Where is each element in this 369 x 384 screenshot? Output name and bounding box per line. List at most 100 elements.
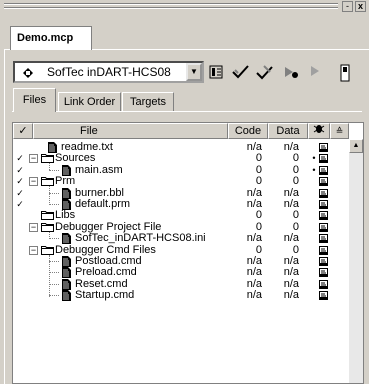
target-select[interactable]: SofTec inDART-HCS08 ▼ xyxy=(13,61,204,83)
debug-info-icon[interactable] xyxy=(319,268,328,277)
data-size: n/a xyxy=(283,266,299,278)
column-header-file[interactable]: File xyxy=(33,123,228,139)
folder-icon xyxy=(41,245,54,255)
tree-connector xyxy=(49,170,59,171)
column-header-code[interactable]: Code xyxy=(228,123,268,139)
file-icon xyxy=(61,165,72,176)
vertical-scrollbar[interactable]: ▲ xyxy=(349,139,363,383)
list-item[interactable]: Libs 0 0 xyxy=(13,210,349,221)
minimize-button[interactable]: - xyxy=(342,1,353,12)
column-header-data[interactable]: Data xyxy=(268,123,308,139)
tree-connector xyxy=(49,272,59,273)
file-name: Libs xyxy=(55,209,76,221)
list-item[interactable]: Startup.cmd n/a n/a xyxy=(13,290,349,301)
tab-link-order[interactable]: Link Order xyxy=(58,92,121,112)
make-icon[interactable] xyxy=(281,62,301,82)
file-icon xyxy=(61,267,72,278)
code-size: n/a xyxy=(246,289,262,301)
settings-icon[interactable] xyxy=(206,62,226,82)
debug-info-icon[interactable] xyxy=(319,211,328,220)
folder-icon xyxy=(41,176,54,186)
list-item[interactable]: ✓ − Sources 0 0 • xyxy=(13,153,349,164)
tree-connector xyxy=(49,204,59,205)
file-icon xyxy=(61,290,72,301)
touched-marker[interactable]: • xyxy=(311,165,317,176)
tree-connector xyxy=(49,261,59,262)
debug-info-icon[interactable] xyxy=(319,246,328,255)
list-item[interactable]: ✓ − Prm 0 0 xyxy=(13,176,349,187)
debug-icon[interactable] xyxy=(335,62,355,82)
file-name: SofTec_inDART-HCS08.ini xyxy=(75,232,206,244)
window-title-bar[interactable]: - x xyxy=(0,0,369,14)
collapse-icon[interactable]: − xyxy=(29,246,38,255)
checkmark-icon: ✓ xyxy=(18,125,28,137)
file-name: Preload.cmd xyxy=(75,266,137,278)
debug-info-icon[interactable] xyxy=(319,143,328,152)
data-size: 0 xyxy=(292,152,299,164)
tab-demo-mcp-label: Demo.mcp xyxy=(17,32,74,44)
bug-icon xyxy=(313,125,325,133)
tab-files[interactable]: Files xyxy=(13,88,56,112)
code-size: 0 xyxy=(255,175,262,187)
tree-connector xyxy=(49,163,50,170)
file-icon xyxy=(61,256,72,267)
compile-icon[interactable] xyxy=(255,62,275,82)
checkmark-icon[interactable]: ✓ xyxy=(15,199,25,210)
folder-icon xyxy=(41,222,54,232)
debug-info-icon[interactable] xyxy=(319,280,328,289)
debug-info-icon[interactable] xyxy=(319,200,328,209)
checkmark-icon[interactable]: ✓ xyxy=(15,165,25,176)
touched-marker[interactable]: • xyxy=(311,153,317,164)
list-item[interactable]: Preload.cmd n/a n/a xyxy=(13,267,349,278)
tree-connector xyxy=(49,238,59,239)
collapse-icon[interactable]: − xyxy=(29,223,38,232)
file-name: main.asm xyxy=(75,164,123,176)
code-size: n/a xyxy=(246,232,262,244)
scroll-up-button[interactable]: ▲ xyxy=(349,139,363,153)
checkmark-icon[interactable]: ✓ xyxy=(15,188,25,199)
debug-info-icon[interactable] xyxy=(319,166,328,175)
debug-info-icon[interactable] xyxy=(319,234,328,243)
column-header-check[interactable]: ✓ xyxy=(13,123,33,139)
collapse-icon[interactable]: − xyxy=(29,154,38,163)
tab-link-order-label: Link Order xyxy=(63,96,116,108)
check-syntax-icon[interactable] xyxy=(231,62,251,82)
folder-icon xyxy=(41,210,54,220)
run-icon[interactable] xyxy=(305,62,325,82)
checkmark-icon[interactable]: ✓ xyxy=(15,176,25,187)
debug-info-icon[interactable] xyxy=(319,257,328,266)
debug-info-icon[interactable] xyxy=(319,154,328,163)
data-size: n/a xyxy=(283,232,299,244)
debug-info-icon[interactable] xyxy=(319,223,328,232)
tab-targets[interactable]: Targets xyxy=(122,92,174,112)
data-size: n/a xyxy=(283,289,299,301)
tab-divider xyxy=(12,111,362,112)
file-name: Prm xyxy=(55,175,76,187)
tab-targets-label: Targets xyxy=(129,96,167,108)
code-size: 0 xyxy=(255,152,262,164)
debug-info-icon[interactable] xyxy=(319,291,328,300)
list-header: ✓ File Code Data ≙ xyxy=(13,123,363,139)
file-list[interactable]: ✓ File Code Data ≙ readme.txt n/a n/a ✓ − Sou… xyxy=(12,122,364,384)
collapse-icon[interactable]: − xyxy=(29,177,38,186)
debug-info-icon[interactable] xyxy=(319,177,328,186)
code-size: n/a xyxy=(246,266,262,278)
data-size: 0 xyxy=(292,175,299,187)
file-icon xyxy=(47,142,58,153)
file-name: Sources xyxy=(55,152,96,164)
column-header-target[interactable]: ≙ xyxy=(330,123,349,139)
data-size: 0 xyxy=(292,209,299,221)
file-icon xyxy=(61,279,72,290)
debug-info-icon[interactable] xyxy=(319,189,328,198)
checkmark-icon[interactable]: ✓ xyxy=(15,153,25,164)
tree-connector xyxy=(49,295,59,296)
chevron-down-icon[interactable]: ▼ xyxy=(186,63,202,81)
column-header-debug[interactable] xyxy=(308,123,330,139)
file-icon xyxy=(61,188,72,199)
target-icon xyxy=(23,68,33,78)
tab-demo-mcp[interactable]: Demo.mcp xyxy=(10,26,92,50)
grip-line xyxy=(4,8,338,9)
close-button[interactable]: x xyxy=(355,1,366,12)
file-icon xyxy=(61,233,72,244)
list-item[interactable]: SofTec_inDART-HCS08.ini n/a n/a xyxy=(13,233,349,244)
